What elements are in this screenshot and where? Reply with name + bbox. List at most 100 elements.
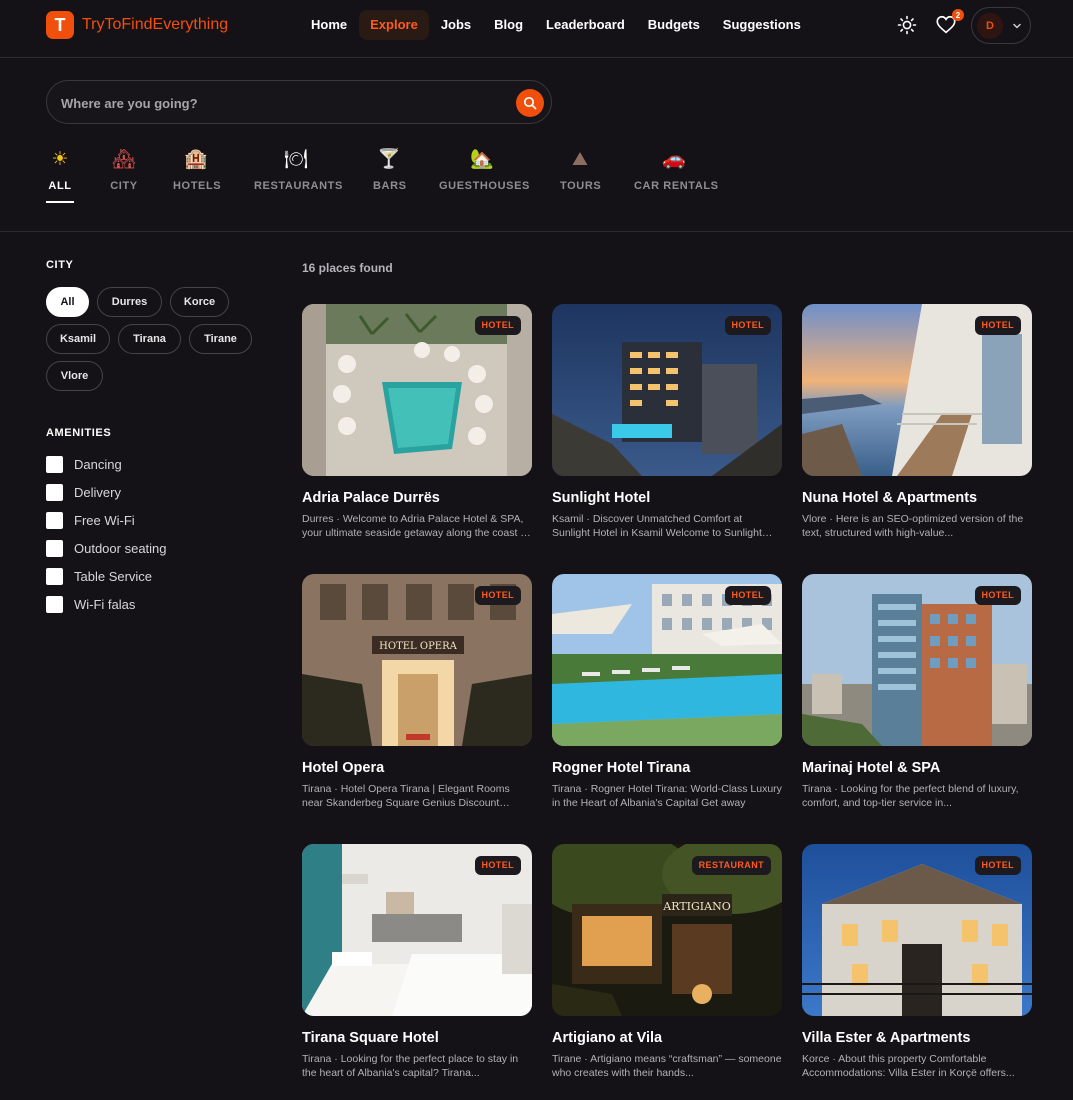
place-card[interactable]: HOTEL Villa Ester & Apartments Korce · A… xyxy=(802,844,1032,1080)
amenity-checkbox[interactable] xyxy=(46,539,63,557)
place-card[interactable]: HOTEL Sunlight Hotel Ksamil · Discover U… xyxy=(552,304,782,540)
brand-logo-link[interactable]: T TryToFindEverything xyxy=(46,11,228,39)
category-badge: HOTEL xyxy=(474,316,521,335)
favorites-button[interactable]: 2 xyxy=(935,9,964,38)
category-badge: HOTEL xyxy=(974,856,1021,875)
place-title[interactable]: Sunlight Hotel xyxy=(552,490,782,506)
city-chip-ksamil[interactable]: Ksamil xyxy=(46,324,110,354)
tab-bars[interactable]: 🍸 BARS xyxy=(373,148,406,192)
place-title[interactable]: Rogner Hotel Tirana xyxy=(552,760,782,776)
nav-home[interactable]: Home xyxy=(300,10,358,40)
sun-icon: ☀ xyxy=(51,149,69,170)
search-button[interactable] xyxy=(516,89,544,117)
amenity-label: Delivery xyxy=(74,484,121,500)
place-title[interactable]: Marinaj Hotel & SPA xyxy=(802,760,1032,776)
place-card[interactable]: HOTEL Tirana Square Hotel Tirana · Looki… xyxy=(302,844,532,1080)
results-count: 16 places found xyxy=(302,261,393,275)
amenity-checkbox[interactable] xyxy=(46,567,63,585)
main-nav: Home Explore Jobs Blog Leaderboard Budge… xyxy=(300,10,813,40)
amenity-label: Wi-Fi falas xyxy=(74,596,136,612)
car-icon: 🚗 xyxy=(662,149,686,170)
place-title[interactable]: Hotel Opera xyxy=(302,760,532,776)
amenity-label: Table Service xyxy=(74,568,153,584)
category-tabs: ☀ ALL 🏘 CITY 🏨 HOTELS 🍽 RESTAURANTS 🍸 BA… xyxy=(46,148,766,208)
place-card[interactable]: HOTEL Rogner Hotel Tirana Tirana · Rogne… xyxy=(552,574,782,810)
tab-restaurants-label: RESTAURANTS xyxy=(254,180,343,192)
amenity-checkbox[interactable] xyxy=(46,511,63,529)
nav-blog[interactable]: Blog xyxy=(483,10,534,40)
mountain-icon: ⛰ xyxy=(572,149,588,170)
city-chip-tirane[interactable]: Tirane xyxy=(189,324,252,354)
amenity-dancing[interactable]: Dancing xyxy=(46,455,122,473)
place-description: Tirana · Looking for the perfect blend o… xyxy=(802,783,1019,809)
category-badge: RESTAURANT xyxy=(691,856,771,875)
place-card[interactable]: HOTEL Adria Palace Durrës Durres · Welco… xyxy=(302,304,532,540)
search-bar xyxy=(46,80,552,124)
place-card[interactable]: HOTEL OPERA HOTEL Hotel Opera Tirana · H… xyxy=(302,574,532,810)
city-chip-korce[interactable]: Korce xyxy=(170,287,229,317)
amenity-checkbox[interactable] xyxy=(46,455,63,473)
place-card[interactable]: ARTIGIANO RESTAURANT Artigiano at Vila T… xyxy=(552,844,782,1080)
tab-city[interactable]: 🏘 CITY xyxy=(110,148,138,192)
user-menu-button[interactable]: D xyxy=(971,7,1031,44)
place-title[interactable]: Nuna Hotel & Apartments xyxy=(802,490,1032,506)
place-description: Vlore · Here is an SEO-optimized version… xyxy=(802,513,1024,539)
section-divider xyxy=(0,231,1073,232)
amenity-checkbox[interactable] xyxy=(46,483,63,501)
place-title[interactable]: Artigiano at Vila xyxy=(552,1030,782,1046)
tab-restaurants[interactable]: 🍽 RESTAURANTS xyxy=(254,148,343,192)
nav-budgets[interactable]: Budgets xyxy=(637,10,711,40)
amenity-label: Outdoor seating xyxy=(74,540,167,556)
amenity-outdoor-seating[interactable]: Outdoor seating xyxy=(46,539,167,557)
amenity-label: Dancing xyxy=(74,456,122,472)
place-description: Tirana · Hotel Opera Tirana | Elegant Ro… xyxy=(302,783,510,809)
place-description: Tirana · Looking for the perfect place t… xyxy=(302,1053,519,1079)
tab-all-label: ALL xyxy=(48,180,72,192)
amenity-table-service[interactable]: Table Service xyxy=(46,567,152,585)
theme-toggle-sun-icon[interactable] xyxy=(897,15,917,35)
place-image[interactable]: HOTEL xyxy=(302,844,532,1016)
place-image[interactable]: HOTEL xyxy=(302,304,532,476)
tab-car-rentals[interactable]: 🚗 CAR RENTALS xyxy=(634,148,719,192)
nav-explore[interactable]: Explore xyxy=(359,10,429,40)
search-icon xyxy=(523,96,537,110)
place-image[interactable]: HOTEL OPERA HOTEL xyxy=(302,574,532,746)
place-image[interactable]: HOTEL xyxy=(802,844,1032,1016)
tab-hotels[interactable]: 🏨 HOTELS xyxy=(173,148,221,192)
place-title[interactable]: Adria Palace Durrës xyxy=(302,490,532,506)
place-image[interactable]: HOTEL xyxy=(552,304,782,476)
place-image[interactable]: HOTEL xyxy=(802,304,1032,476)
amenities-filter-title: AMENITIES xyxy=(46,427,112,439)
nav-leaderboard[interactable]: Leaderboard xyxy=(535,10,636,40)
nav-suggestions[interactable]: Suggestions xyxy=(712,10,812,40)
city-chip-tirana[interactable]: Tirana xyxy=(118,324,181,354)
city-chip-vlore[interactable]: Vlore xyxy=(46,361,103,391)
hotel-icon: 🏨 xyxy=(184,149,208,170)
place-card[interactable]: HOTEL Marinaj Hotel & SPA Tirana · Looki… xyxy=(802,574,1032,810)
place-title[interactable]: Tirana Square Hotel xyxy=(302,1030,532,1046)
place-description: Ksamil · Discover Unmatched Comfort at S… xyxy=(552,513,762,539)
search-input[interactable] xyxy=(61,93,501,113)
place-title[interactable]: Villa Ester & Apartments xyxy=(802,1030,1032,1046)
avatar: D xyxy=(977,13,1003,39)
tab-guesthouses[interactable]: 🏡 GUESTHOUSES xyxy=(439,148,529,192)
amenity-free-wifi[interactable]: Free Wi-Fi xyxy=(46,511,135,529)
nav-jobs[interactable]: Jobs xyxy=(430,10,482,40)
place-card[interactable]: HOTEL Nuna Hotel & Apartments Vlore · He… xyxy=(802,304,1032,540)
city-chip-durres[interactable]: Durres xyxy=(97,287,162,317)
place-image[interactable]: ARTIGIANO RESTAURANT xyxy=(552,844,782,1016)
category-badge: HOTEL xyxy=(974,316,1021,335)
amenity-wifi-falas[interactable]: Wi-Fi falas xyxy=(46,595,135,613)
amenity-checkbox[interactable] xyxy=(46,595,63,613)
tab-tours[interactable]: ⛰ TOURS xyxy=(560,148,601,192)
city-filter-title: CITY xyxy=(46,259,74,271)
amenity-delivery[interactable]: Delivery xyxy=(46,483,121,501)
svg-text:HOTEL OPERA: HOTEL OPERA xyxy=(379,641,457,652)
city-icon: 🏘 xyxy=(111,149,137,170)
category-badge: HOTEL xyxy=(474,586,521,605)
tab-car-rentals-label: CAR RENTALS xyxy=(634,180,719,192)
place-image[interactable]: HOTEL xyxy=(552,574,782,746)
place-image[interactable]: HOTEL xyxy=(802,574,1032,746)
city-chip-all[interactable]: All xyxy=(46,287,89,317)
tab-all[interactable]: ☀ ALL xyxy=(46,148,74,203)
